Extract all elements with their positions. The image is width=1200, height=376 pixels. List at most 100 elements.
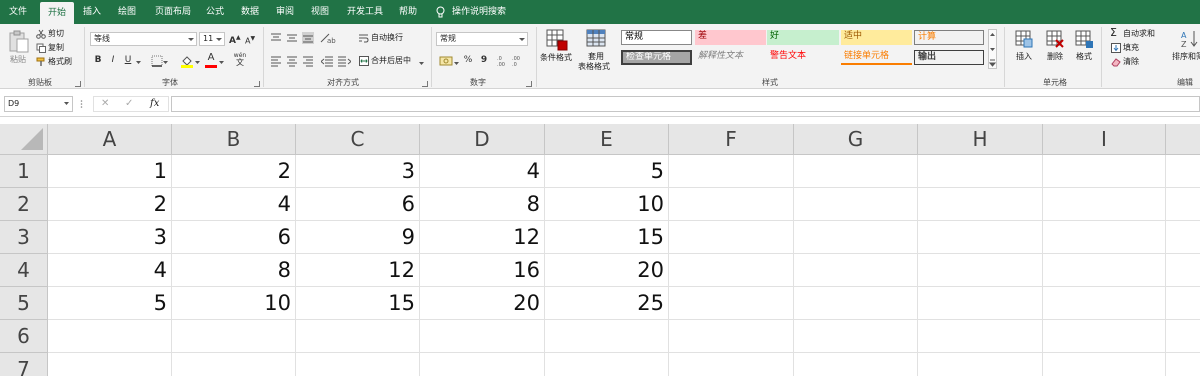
format-button[interactable]: 格式 bbox=[1076, 51, 1092, 62]
cell-f3[interactable] bbox=[669, 221, 794, 254]
sort-filter-button[interactable]: 排序和筛 bbox=[1172, 51, 1200, 62]
cell-j1[interactable] bbox=[1166, 155, 1200, 188]
chevron-down-icon[interactable] bbox=[219, 58, 224, 62]
cell-b2[interactable]: 4 bbox=[172, 188, 296, 221]
row-header-2[interactable]: 2 bbox=[0, 188, 48, 221]
format-cells-icon[interactable] bbox=[1074, 29, 1094, 49]
cell-d7[interactable] bbox=[420, 353, 545, 376]
cell-f5[interactable] bbox=[669, 287, 794, 320]
style-neutral[interactable]: 适中 bbox=[841, 30, 912, 45]
cell-a1[interactable]: 1 bbox=[48, 155, 172, 188]
cell-b4[interactable]: 8 bbox=[172, 254, 296, 287]
chevron-down-icon[interactable] bbox=[454, 59, 459, 63]
cell-g3[interactable] bbox=[794, 221, 918, 254]
sort-filter-icon[interactable]: AZ bbox=[1180, 29, 1200, 49]
cell-d5[interactable]: 20 bbox=[420, 287, 545, 320]
cell-a7[interactable] bbox=[48, 353, 172, 376]
chevron-down-icon[interactable] bbox=[136, 58, 141, 62]
cell-d2[interactable]: 8 bbox=[420, 188, 545, 221]
indent-icons[interactable] bbox=[321, 55, 351, 67]
shrink-font-button[interactable]: A▼ bbox=[245, 33, 255, 48]
format-painter-button[interactable]: 格式刷 bbox=[48, 56, 72, 67]
wrap-text-icon[interactable] bbox=[359, 33, 369, 43]
cell-d6[interactable] bbox=[420, 320, 545, 353]
row-header-5[interactable]: 5 bbox=[0, 287, 48, 320]
format-as-table-label-2[interactable]: 表格格式 bbox=[578, 61, 610, 72]
chevron-down-icon[interactable] bbox=[195, 58, 200, 62]
font-launcher-icon[interactable] bbox=[254, 81, 260, 87]
tab-data[interactable]: 数据 bbox=[238, 0, 262, 24]
column-header-g[interactable]: G bbox=[794, 124, 918, 155]
cell-e2[interactable]: 10 bbox=[545, 188, 669, 221]
grow-font-button[interactable]: A▲ bbox=[229, 32, 239, 47]
enter-icon[interactable]: ✓ bbox=[125, 98, 133, 109]
style-check-cell[interactable]: 检查单元格 bbox=[621, 50, 692, 65]
eraser-icon[interactable] bbox=[1111, 57, 1121, 67]
cell-i1[interactable] bbox=[1043, 155, 1166, 188]
cell-g7[interactable] bbox=[794, 353, 918, 376]
paste-icon[interactable] bbox=[8, 30, 30, 54]
tab-formulas[interactable]: 公式 bbox=[203, 0, 227, 24]
cell-b7[interactable] bbox=[172, 353, 296, 376]
cell-b3[interactable]: 6 bbox=[172, 221, 296, 254]
column-header-h[interactable]: H bbox=[918, 124, 1043, 155]
cell-i5[interactable] bbox=[1043, 287, 1166, 320]
delete-cells-icon[interactable] bbox=[1045, 29, 1065, 49]
cell-c5[interactable]: 15 bbox=[296, 287, 420, 320]
cell-f1[interactable] bbox=[669, 155, 794, 188]
autosum-icon[interactable]: Σ bbox=[1110, 27, 1117, 38]
row-header-6[interactable]: 6 bbox=[0, 320, 48, 353]
column-header-b[interactable]: B bbox=[172, 124, 296, 155]
phonetic-button[interactable]: wén文 bbox=[233, 52, 247, 67]
cell-j4[interactable] bbox=[1166, 254, 1200, 287]
number-format-combo[interactable]: 常规 bbox=[436, 32, 528, 46]
cell-e1[interactable]: 5 bbox=[545, 155, 669, 188]
copy-button[interactable]: 复制 bbox=[48, 42, 64, 53]
wrap-text-button[interactable]: 自动换行 bbox=[371, 32, 403, 43]
cell-i2[interactable] bbox=[1043, 188, 1166, 221]
row-header-1[interactable]: 1 bbox=[0, 155, 48, 188]
row-header-4[interactable]: 4 bbox=[0, 254, 48, 287]
cell-f2[interactable] bbox=[669, 188, 794, 221]
column-header-i[interactable]: I bbox=[1043, 124, 1166, 155]
styles-gallery-scroller[interactable] bbox=[988, 29, 997, 69]
tab-draw[interactable]: 绘图 bbox=[115, 0, 139, 24]
style-good[interactable]: 好 bbox=[767, 30, 839, 45]
style-calculation[interactable]: 计算 bbox=[914, 30, 984, 45]
fill-color-icon[interactable] bbox=[180, 54, 194, 68]
number-launcher-icon[interactable] bbox=[526, 81, 532, 87]
cell-e5[interactable]: 25 bbox=[545, 287, 669, 320]
cell-g5[interactable] bbox=[794, 287, 918, 320]
cell-h2[interactable] bbox=[918, 188, 1043, 221]
bold-button[interactable]: B bbox=[93, 54, 103, 66]
cell-h5[interactable] bbox=[918, 287, 1043, 320]
column-header-d[interactable]: D bbox=[420, 124, 545, 155]
cell-b6[interactable] bbox=[172, 320, 296, 353]
cell-a2[interactable]: 2 bbox=[48, 188, 172, 221]
tell-me-search[interactable]: 操作说明搜索 bbox=[452, 0, 508, 24]
cut-button[interactable]: 剪切 bbox=[48, 28, 64, 39]
cell-g4[interactable] bbox=[794, 254, 918, 287]
font-name-combo[interactable]: 等线 bbox=[90, 32, 197, 46]
style-linked-cell[interactable]: 链接单元格 bbox=[841, 50, 912, 65]
cancel-icon[interactable]: ✕ bbox=[101, 98, 109, 109]
cell-j7[interactable] bbox=[1166, 353, 1200, 376]
cell-c3[interactable]: 9 bbox=[296, 221, 420, 254]
font-color-button[interactable]: A bbox=[205, 52, 217, 64]
cell-b5[interactable]: 10 bbox=[172, 287, 296, 320]
tab-review[interactable]: 审阅 bbox=[273, 0, 297, 24]
cell-h4[interactable] bbox=[918, 254, 1043, 287]
percent-button[interactable]: % bbox=[463, 54, 473, 66]
style-warning[interactable]: 警告文本 bbox=[767, 50, 839, 65]
row-header-3[interactable]: 3 bbox=[0, 221, 48, 254]
cell-d4[interactable]: 16 bbox=[420, 254, 545, 287]
cell-j3[interactable] bbox=[1166, 221, 1200, 254]
drag-handle-icon[interactable] bbox=[80, 99, 83, 109]
cell-c6[interactable] bbox=[296, 320, 420, 353]
formula-input[interactable] bbox=[171, 96, 1200, 112]
cell-j5[interactable] bbox=[1166, 287, 1200, 320]
cell-h7[interactable] bbox=[918, 353, 1043, 376]
underline-button[interactable]: U bbox=[123, 54, 133, 66]
column-header-a[interactable]: A bbox=[48, 124, 172, 155]
cell-g6[interactable] bbox=[794, 320, 918, 353]
